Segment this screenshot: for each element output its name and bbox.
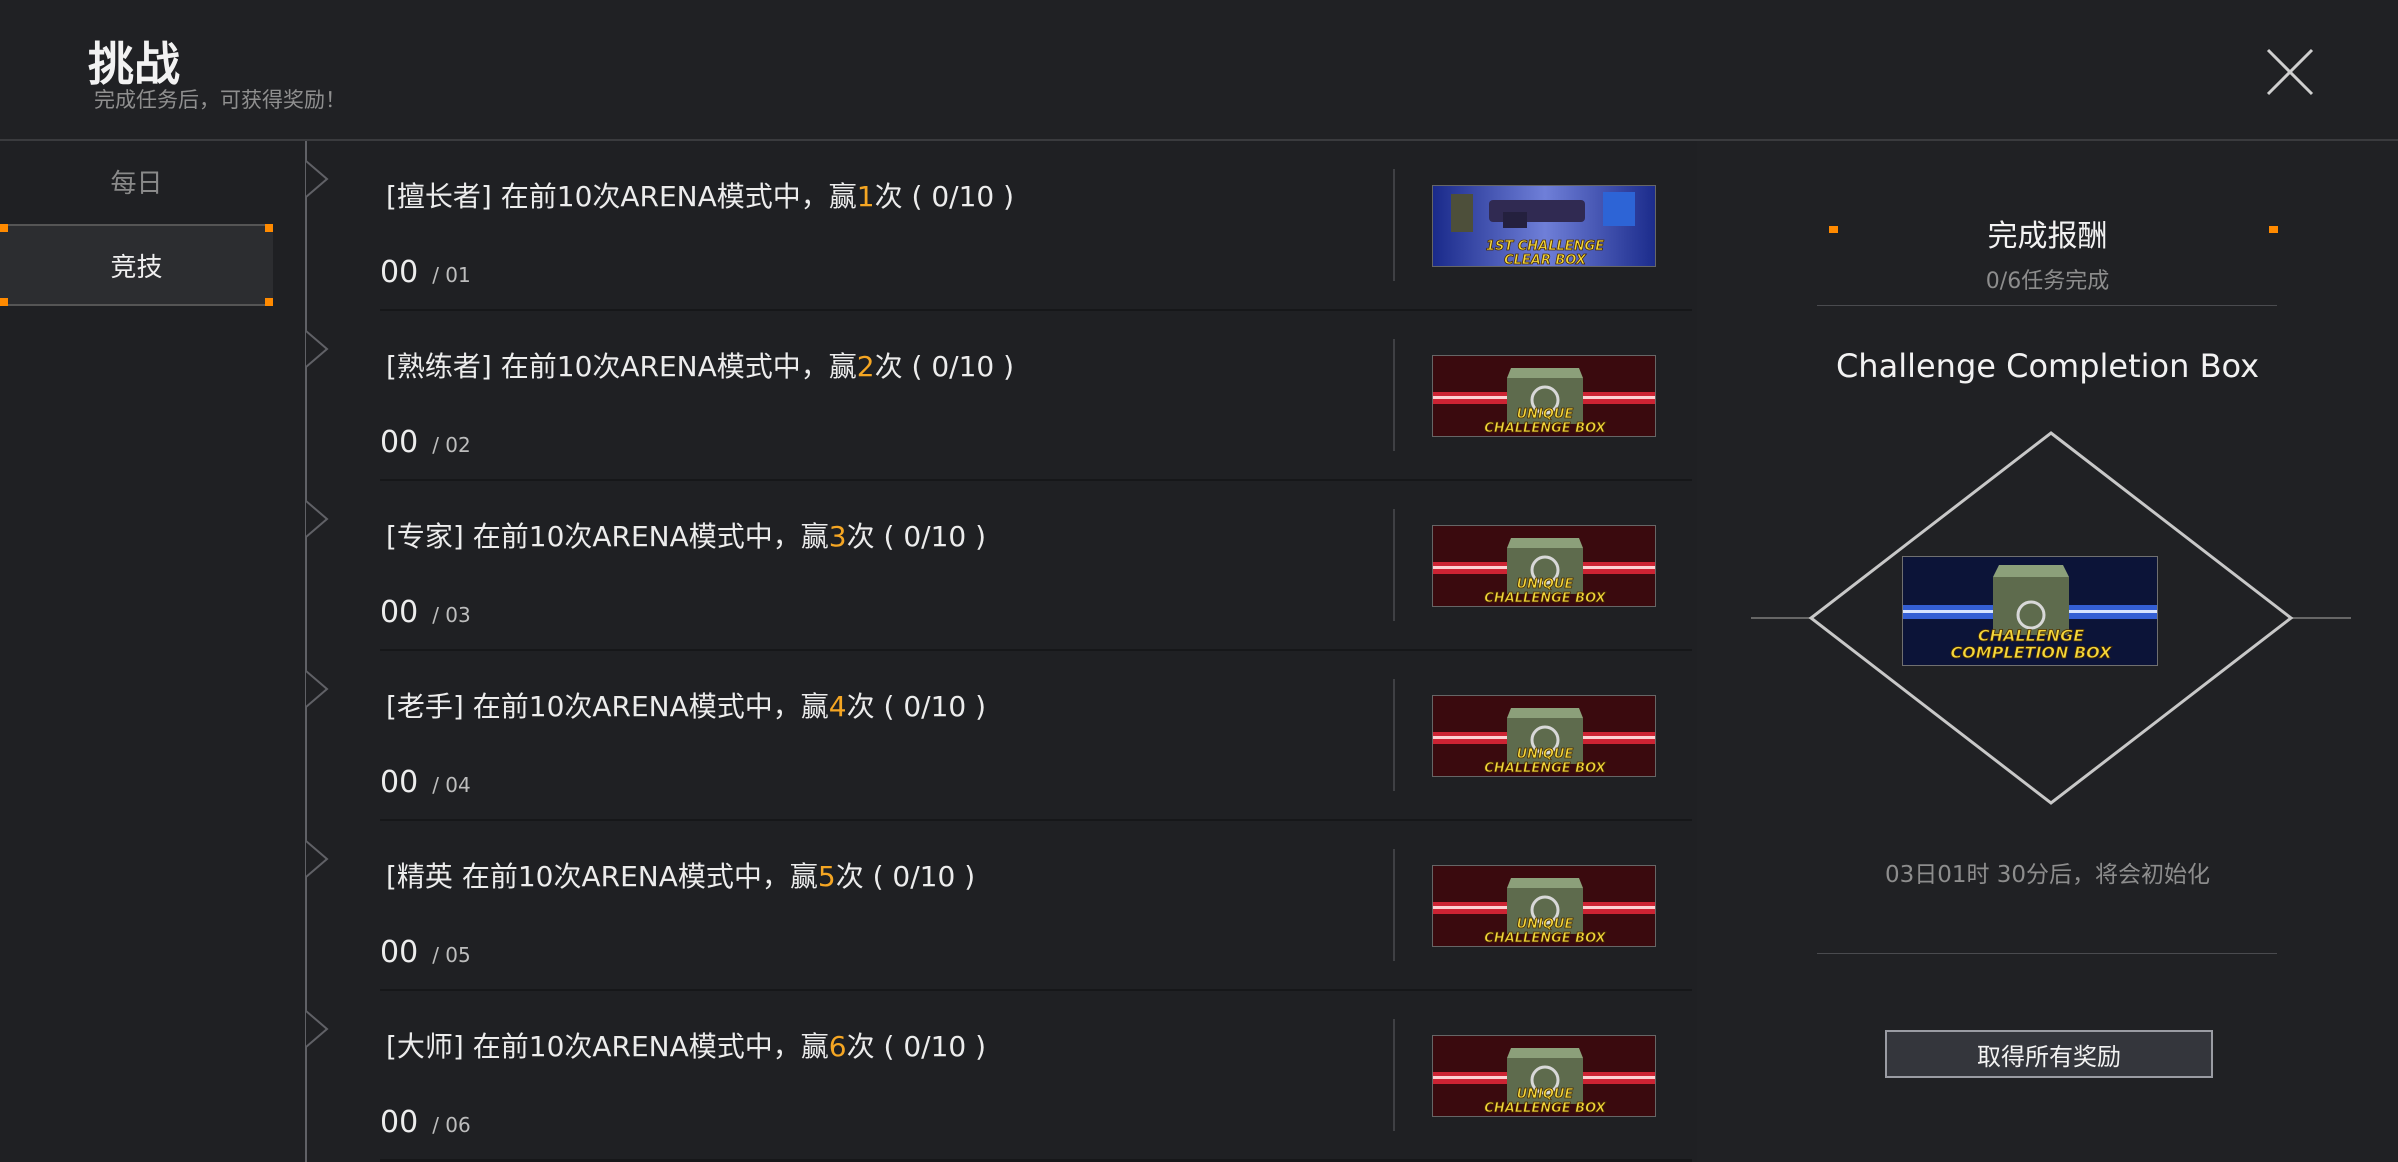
reward-unique-challenge-box[interactable]: UNIQUE CHALLENGE BOX	[1432, 525, 1656, 607]
row-divider	[1393, 1019, 1395, 1131]
win-target: 2	[856, 350, 875, 383]
svg-text:CLEAR BOX: CLEAR BOX	[1504, 253, 1587, 267]
page-subtitle: 完成任务后，可获得奖励！	[94, 88, 346, 112]
row-divider	[1393, 339, 1395, 451]
task-progress: 0/6任务完成	[1985, 269, 2110, 294]
reward-panel: 完成报酬 0/6任务完成 Challenge Completion Box CH…	[1697, 141, 2398, 1162]
challenge-row: [擅长者] 在前10次ARENA模式中，赢1次 ( 0/10 ) 00/ 01 …	[380, 141, 1692, 312]
tab-corner-marker	[265, 298, 273, 306]
tab-daily[interactable]: 每日	[0, 140, 273, 222]
header-bar: 挑战 完成任务后，可获得奖励！	[0, 0, 2398, 141]
win-target: 6	[828, 1030, 847, 1063]
svg-text:CHALLENGE BOX: CHALLENGE BOX	[1484, 761, 1606, 776]
svg-text:1ST CHALLENGE: 1ST CHALLENGE	[1486, 239, 1604, 254]
challenge-title: [熟练者] 在前10次ARENA模式中，赢2次 ( 0/10 )	[386, 350, 1015, 383]
win-target: 3	[828, 520, 847, 553]
challenge-row: [专家] 在前10次ARENA模式中，赢3次 ( 0/10 ) 00/ 03 U…	[380, 481, 1692, 652]
svg-text:CHALLENGE BOX: CHALLENGE BOX	[1484, 1101, 1606, 1116]
challenge-title: [专家] 在前10次ARENA模式中，赢3次 ( 0/10 )	[386, 520, 987, 553]
svg-text:UNIQUE: UNIQUE	[1517, 407, 1574, 422]
reward-first-clear-box[interactable]: 1ST CHALLENGE CLEAR BOX	[1432, 185, 1656, 267]
row-divider	[1393, 679, 1395, 791]
row-divider	[1393, 509, 1395, 621]
row-divider	[1393, 849, 1395, 961]
challenge-row: [熟练者] 在前10次ARENA模式中，赢2次 ( 0/10 ) 00/ 02 …	[380, 311, 1692, 482]
tab-arena[interactable]: 竞技	[0, 224, 273, 306]
challenge-row: [老手] 在前10次ARENA模式中，赢4次 ( 0/10 ) 00/ 04 U…	[380, 651, 1692, 822]
win-target: 4	[828, 690, 847, 723]
spine-chevron-icon	[305, 330, 329, 368]
panel-divider	[1817, 953, 2277, 954]
svg-text:UNIQUE: UNIQUE	[1517, 747, 1574, 762]
win-target: 5	[817, 860, 836, 893]
claim-all-rewards-button[interactable]: 取得所有奖励	[1885, 1030, 2213, 1078]
reward-unique-challenge-box[interactable]: UNIQUE CHALLENGE BOX	[1432, 865, 1656, 947]
svg-text:COMPLETION BOX: COMPLETION BOX	[1950, 643, 2112, 662]
challenge-progress: 00/ 03	[380, 595, 471, 630]
svg-text:UNIQUE: UNIQUE	[1517, 917, 1574, 932]
reward-unique-challenge-box[interactable]: UNIQUE CHALLENGE BOX	[1432, 695, 1656, 777]
challenge-progress: 00/ 01	[380, 255, 471, 290]
reward-unique-challenge-box[interactable]: UNIQUE CHALLENGE BOX	[1432, 355, 1656, 437]
challenge-title: [老手] 在前10次ARENA模式中，赢4次 ( 0/10 )	[386, 690, 987, 723]
challenge-title: [擅长者] 在前10次ARENA模式中，赢1次 ( 0/10 )	[386, 180, 1015, 213]
challenge-title: [精英 在前10次ARENA模式中，赢5次 ( 0/10 )	[386, 860, 976, 893]
challenge-title: [大师] 在前10次ARENA模式中，赢6次 ( 0/10 )	[386, 1030, 987, 1063]
svg-text:UNIQUE: UNIQUE	[1517, 577, 1574, 592]
tab-corner-marker	[0, 224, 8, 232]
challenge-progress: 00/ 02	[380, 425, 471, 460]
reset-timer: 03日01时 30分后，将会初始化	[1884, 862, 2211, 888]
spine-chevron-icon	[305, 1010, 329, 1048]
completion-box-image[interactable]: CHALLENGE COMPLETION BOX	[1902, 556, 2158, 666]
row-divider	[1393, 169, 1395, 281]
spine-chevron-icon	[305, 670, 329, 708]
spine-chevron-icon	[305, 500, 329, 538]
completion-box-name: Challenge Completion Box	[1835, 347, 2260, 385]
challenge-progress: 00/ 06	[380, 1105, 471, 1140]
panel-divider	[1817, 305, 2277, 306]
challenge-progress: 00/ 04	[380, 765, 471, 800]
challenge-progress: 00/ 05	[380, 935, 471, 970]
svg-text:UNIQUE: UNIQUE	[1517, 1087, 1574, 1102]
svg-text:CHALLENGE BOX: CHALLENGE BOX	[1484, 931, 1606, 946]
svg-text:CHALLENGE BOX: CHALLENGE BOX	[1484, 591, 1606, 606]
spine-chevron-icon	[305, 160, 329, 198]
win-target: 1	[856, 180, 875, 213]
challenge-row: [大师] 在前10次ARENA模式中，赢6次 ( 0/10 ) 00/ 06 U…	[380, 991, 1692, 1162]
challenge-row: [精英 在前10次ARENA模式中，赢5次 ( 0/10 ) 00/ 05 UN…	[380, 821, 1692, 992]
close-icon[interactable]	[2262, 44, 2318, 100]
svg-text:CHALLENGE BOX: CHALLENGE BOX	[1484, 421, 1606, 436]
tab-corner-marker	[0, 298, 8, 306]
reward-panel-title: 完成报酬	[1987, 219, 2108, 254]
reward-unique-challenge-box[interactable]: UNIQUE CHALLENGE BOX	[1432, 1035, 1656, 1117]
spine-chevron-icon	[305, 840, 329, 878]
tab-corner-marker	[265, 224, 273, 232]
